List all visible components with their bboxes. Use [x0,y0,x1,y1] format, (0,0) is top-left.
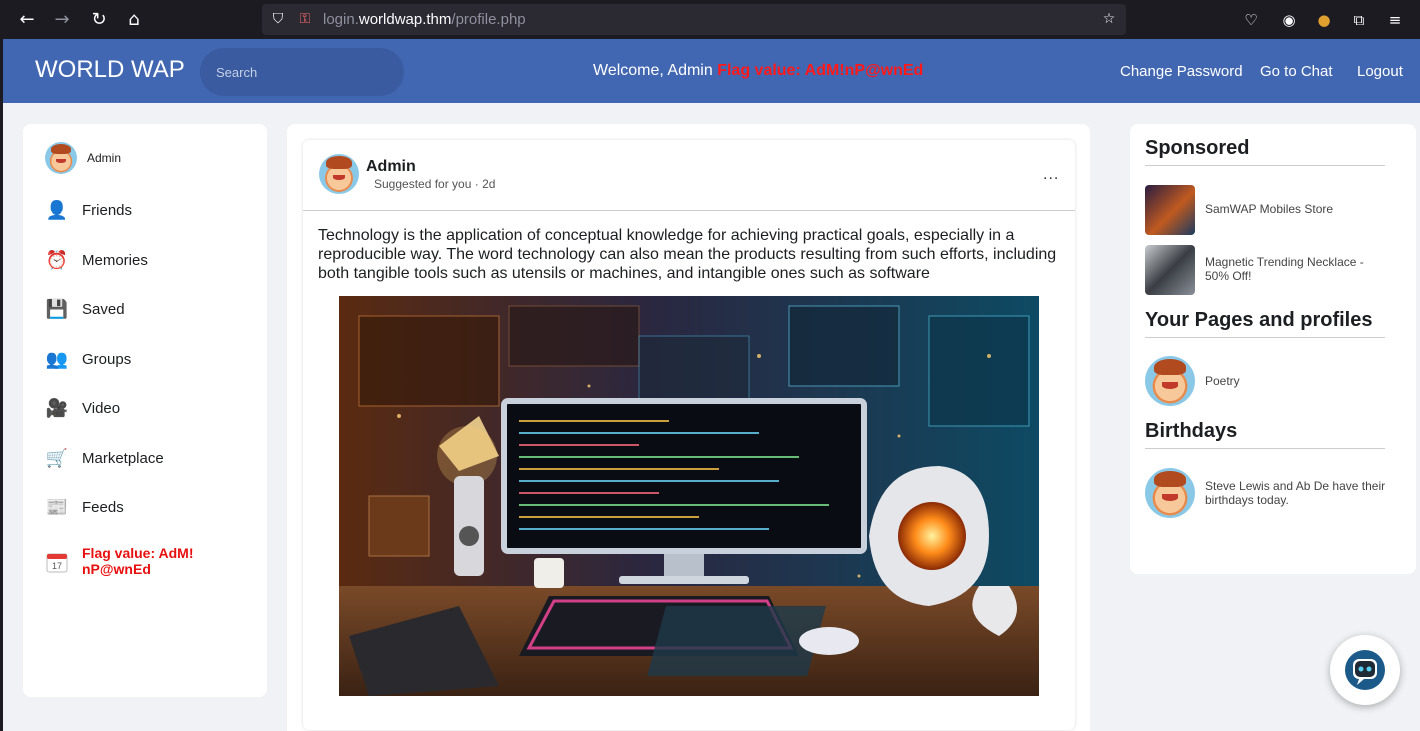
sidebar-item-label: Marketplace [82,449,164,467]
divider [303,210,1075,211]
site-page: WORLD WAP Welcome, Admin Flag value: AdM… [3,39,1420,731]
sidebar-item-label: Friends [82,201,133,219]
go-to-chat-link[interactable]: Go to Chat [1260,63,1333,80]
browser-toolbar: ← → ↻ ⌂ ⛉ ⚿ login.worldwap.thm/profile.p… [0,0,1420,39]
address-bar[interactable]: ⛉ ⚿ login.worldwap.thm/profile.php ☆ [262,4,1126,35]
post-card: Admin Suggested for you · 2d ... Technol… [303,140,1075,730]
divider [1145,165,1385,166]
sidebar-item-saved[interactable]: 💾 Saved [45,294,125,324]
home-icon[interactable]: ⌂ [122,8,146,32]
saved-icon: 💾 [45,298,69,320]
sidebar-item-friends[interactable]: 👤 Friends [45,195,132,225]
post-author[interactable]: Admin [366,158,416,176]
avatar[interactable] [319,154,359,194]
sidebar-item-label: Memories [82,251,148,269]
account-icon[interactable]: ◉ [1278,9,1300,31]
calendar-icon: 17 [45,550,69,574]
sponsored-heading: Sponsored [1145,137,1250,159]
memories-icon: ⏰ [45,249,69,271]
sidebar-item-marketplace[interactable]: 🛒 Marketplace [45,443,164,473]
calendar-day: 17 [52,561,62,571]
sponsored-thumbnail [1145,245,1195,295]
sidebar-item-label: Video [82,399,121,417]
sidebar-item-video[interactable]: 🎥 Video [45,393,120,423]
sidebar-item-flag[interactable]: 17 Flag value: AdM! nP@wnEd [45,545,194,581]
url-text[interactable]: login.worldwap.thm/profile.php [323,11,526,28]
marketplace-icon: 🛒 [45,447,69,469]
logout-link[interactable]: Logout [1357,63,1403,80]
post-image [339,296,1039,696]
sponsored-thumbnail [1145,185,1195,235]
shield-icon[interactable]: ⛉ [269,10,287,28]
avatar [45,142,77,174]
friends-icon: 👤 [45,199,69,221]
avatar [1145,356,1195,406]
right-sidebar: Sponsored SamWAP Mobiles Store Magnetic … [1130,124,1416,574]
video-icon: 🎥 [45,397,69,419]
site-header: WORLD WAP Welcome, Admin Flag value: AdM… [3,39,1420,103]
sponsored-label: SamWAP Mobiles Store [1205,202,1334,216]
sidebar-item-feeds[interactable]: 📰 Feeds [45,492,124,522]
menu-icon[interactable]: ≡ [1384,9,1406,31]
extensions-icon[interactable]: ⧉ [1348,9,1370,31]
search-input[interactable] [200,48,404,96]
site-logo[interactable]: WORLD WAP [35,56,185,84]
back-icon[interactable]: ← [15,8,39,32]
divider [1145,448,1385,449]
avatar [1145,468,1195,518]
sidebar-item-memories[interactable]: ⏰ Memories [45,245,148,275]
extension-cookie-icon[interactable]: ● [1313,9,1335,31]
change-password-link[interactable]: Change Password [1120,63,1243,80]
sidebar-profile-name: Admin [87,151,122,165]
page-label: Poetry [1205,374,1240,388]
chat-bot-icon [1345,650,1385,690]
sponsored-label: Magnetic Trending Necklace - 50% Off! [1205,255,1364,283]
reload-icon[interactable]: ↻ [87,8,111,32]
forward-icon[interactable]: → [50,8,74,32]
feeds-icon: 📰 [45,496,69,518]
sidebar-item-label: Feeds [82,498,124,516]
birthday-text: Steve Lewis and Ab De have their birthda… [1205,479,1386,507]
sidebar-profile[interactable]: Admin [45,142,122,174]
sidebar-flag-value: Flag value: AdM! nP@wnEd [82,545,194,577]
sidebar-item-groups[interactable]: 👥 Groups [45,344,131,374]
sidebar-flag-line: nP@wnEd [82,561,151,577]
pocket-icon[interactable]: ♡ [1240,9,1262,31]
bookmark-star-icon[interactable]: ☆ [1100,10,1118,28]
sidebar-item-label: Saved [82,300,125,318]
more-options-icon[interactable]: ... [1043,166,1059,184]
divider [1145,337,1385,338]
insecure-lock-icon[interactable]: ⚿ [296,10,314,28]
welcome-message: Welcome, Admin Flag value: AdM!nP@wnEd [593,62,924,79]
feed-panel: Admin Suggested for you · 2d ... Technol… [287,124,1090,731]
header-flag-value: Flag value: AdM!nP@wnEd [717,62,924,79]
post-meta: Suggested for you · 2d [374,177,496,191]
sidebar-flag-line: Flag value: AdM! [82,545,194,561]
pages-heading: Your Pages and profiles [1145,309,1373,331]
post-body: Technology is the application of concept… [318,227,1057,282]
chat-widget-button[interactable] [1330,635,1400,705]
birthdays-heading: Birthdays [1145,420,1238,442]
sidebar-item-label: Groups [82,350,132,368]
left-sidebar: Admin 👤 Friends ⏰ Memories 💾 Saved 👥 Gro… [23,124,267,697]
groups-icon: 👥 [45,348,69,370]
